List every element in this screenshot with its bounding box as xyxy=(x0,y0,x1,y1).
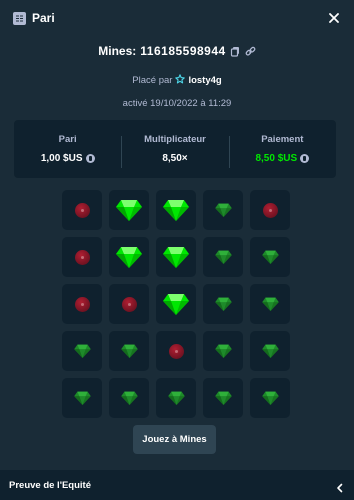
mine-tile[interactable] xyxy=(156,284,196,324)
mine-tile[interactable] xyxy=(203,237,243,277)
mine-tile[interactable] xyxy=(156,378,196,418)
gem-icon xyxy=(214,344,232,358)
modal-title: Pari xyxy=(32,11,55,25)
stat-multiplier-label: Multiplicateur xyxy=(144,134,206,145)
currency-icon xyxy=(85,154,95,163)
bet-date: activé 19/10/2022 à 11:29 xyxy=(122,98,232,109)
mine-tile[interactable] xyxy=(62,237,102,277)
mine-icon xyxy=(74,296,90,312)
mine-icon xyxy=(74,249,90,265)
username-link[interactable]: losty4g xyxy=(188,75,221,86)
modal-header: Pari xyxy=(0,0,354,36)
gem-icon xyxy=(214,250,232,264)
copy-icon[interactable] xyxy=(230,46,241,57)
mine-tile[interactable] xyxy=(250,378,290,418)
vip-star-icon xyxy=(175,74,186,87)
gem-icon xyxy=(261,250,279,264)
gem-icon xyxy=(261,297,279,311)
gem-icon xyxy=(116,199,142,221)
mine-icon xyxy=(74,202,90,218)
gem-icon xyxy=(120,344,138,358)
stat-multiplier-value-row: 8,50× xyxy=(121,153,228,164)
gem-icon xyxy=(73,391,91,405)
bet-id: 116185598944 xyxy=(140,44,226,58)
mine-tile[interactable] xyxy=(156,331,196,371)
gem-icon xyxy=(120,391,138,405)
fairness-label: Preuve de l'Equité xyxy=(9,479,91,491)
placed-by-line: Placé par losty4g xyxy=(0,74,354,87)
mine-tile[interactable] xyxy=(250,331,290,371)
stat-bet-label: Pari xyxy=(58,134,77,145)
gem-icon xyxy=(163,293,189,315)
fairness-footer[interactable]: Preuve de l'Equité xyxy=(0,470,354,500)
gem-icon xyxy=(214,297,232,311)
mine-tile[interactable] xyxy=(109,378,149,418)
mines-grid xyxy=(62,190,290,418)
stat-multiplier: Multiplicateur 8,50× xyxy=(121,134,228,168)
mine-tile[interactable] xyxy=(109,237,149,277)
gem-icon xyxy=(73,344,91,358)
gem-icon xyxy=(261,391,279,405)
gem-icon xyxy=(163,199,189,221)
close-icon[interactable] xyxy=(327,11,341,25)
mine-tile[interactable] xyxy=(109,331,149,371)
stat-payout-value-row: 8,50 $US xyxy=(229,153,336,164)
mine-icon xyxy=(168,343,184,359)
mine-tile[interactable] xyxy=(62,284,102,324)
receipt-icon xyxy=(13,11,26,25)
link-icon[interactable] xyxy=(245,46,256,57)
mine-tile[interactable] xyxy=(250,284,290,324)
mine-icon xyxy=(121,296,137,312)
mine-tile[interactable] xyxy=(62,378,102,418)
gem-icon xyxy=(214,391,232,405)
mine-tile[interactable] xyxy=(203,190,243,230)
mine-tile[interactable] xyxy=(156,237,196,277)
mine-tile[interactable] xyxy=(203,378,243,418)
bet-stats-panel: Pari 1,00 $US Multiplicateur 8,50× Paiem… xyxy=(14,120,336,178)
stat-multiplier-value: 8,50× xyxy=(162,153,188,164)
mine-tile[interactable] xyxy=(203,331,243,371)
mine-tile[interactable] xyxy=(109,190,149,230)
mine-tile[interactable] xyxy=(62,190,102,230)
stat-bet: Pari 1,00 $US xyxy=(14,134,121,164)
currency-icon xyxy=(300,154,310,163)
bet-details-modal: Pari Mines: 116185598944 Placé par losty… xyxy=(0,0,354,500)
gem-icon xyxy=(261,344,279,358)
gem-icon xyxy=(214,203,232,217)
gem-icon xyxy=(163,246,189,268)
stat-payout-value: 8,50 $US xyxy=(255,153,298,164)
gem-icon xyxy=(116,246,142,268)
placed-by-label: Placé par xyxy=(132,75,173,86)
mine-tile[interactable] xyxy=(250,237,290,277)
stat-payout: Paiement 8,50 $US xyxy=(228,134,336,168)
play-mines-button[interactable]: Jouez à Mines xyxy=(133,425,216,454)
mine-tile[interactable] xyxy=(250,190,290,230)
stat-payout-label: Paiement xyxy=(261,134,304,145)
mine-tile[interactable] xyxy=(62,331,102,371)
gem-icon xyxy=(167,391,185,405)
mine-tile[interactable] xyxy=(109,284,149,324)
game-label: Mines: xyxy=(98,44,137,58)
stat-bet-value-row: 1,00 $US xyxy=(14,153,121,164)
mine-icon xyxy=(262,202,278,218)
mine-tile[interactable] xyxy=(156,190,196,230)
game-id-line: Mines: 116185598944 xyxy=(0,44,354,58)
mine-tile[interactable] xyxy=(203,284,243,324)
stat-bet-value: 1,00 $US xyxy=(40,153,83,164)
chevron-left-icon[interactable] xyxy=(335,480,345,493)
